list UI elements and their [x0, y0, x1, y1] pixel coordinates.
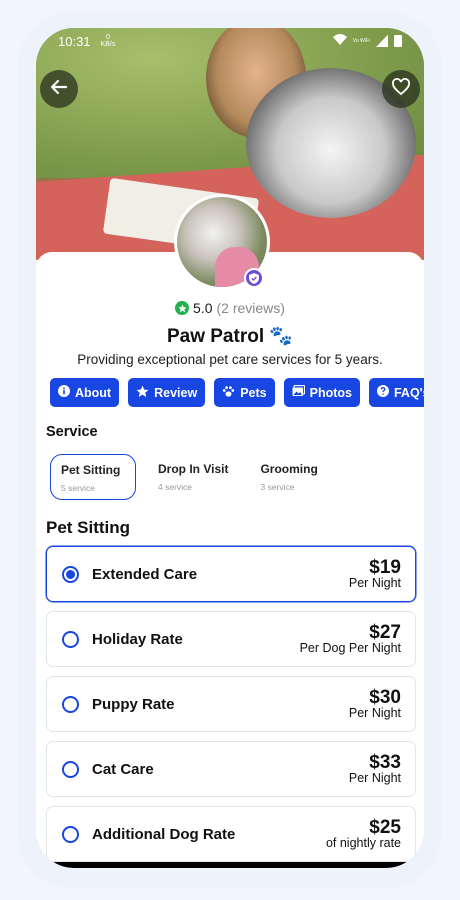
- radio-unselected[interactable]: [62, 695, 79, 713]
- star-icon: [136, 385, 149, 401]
- chip-review[interactable]: Review: [128, 378, 206, 407]
- option-unit: Per Night: [348, 771, 401, 785]
- option-puppy-rate[interactable]: Puppy Rate $30 Per Night: [46, 676, 416, 732]
- chip-photos[interactable]: Photos: [283, 378, 360, 407]
- chip-faqs[interactable]: FAQ's: [368, 378, 424, 407]
- status-time: 10:31: [58, 33, 91, 49]
- signal-icon: [376, 35, 388, 47]
- option-cat-care[interactable]: Cat Care $33 Per Night: [46, 741, 416, 797]
- verified-badge-icon: [244, 268, 264, 288]
- tab-grooming[interactable]: Grooming 3 service: [250, 454, 327, 502]
- rate-options: Extended Care $19 Per Night Holiday Rate…: [46, 546, 416, 868]
- radio-unselected[interactable]: [62, 630, 79, 648]
- rating-value: 5.0: [193, 300, 213, 316]
- option-unit: of nightly rate: [325, 836, 401, 850]
- status-bar: 10:31 0 KB/s Vo WiFi: [36, 28, 424, 54]
- vowifi-label: Vo WiFi: [352, 37, 370, 44]
- option-price: $33: [369, 752, 401, 773]
- favorite-button[interactable]: [382, 70, 420, 108]
- service-tabs: Pet Sitting 5 service Drop In Visit 4 se…: [50, 454, 424, 502]
- option-unit: Per Night: [348, 576, 401, 590]
- review-count[interactable]: (2 reviews): [217, 300, 285, 316]
- option-unit: Per Night: [348, 706, 401, 720]
- network-speed: 0 KB/s: [100, 34, 116, 48]
- service-section-title: Service: [46, 424, 98, 440]
- radio-selected[interactable]: [62, 565, 79, 583]
- back-button[interactable]: [40, 70, 78, 108]
- radio-unselected[interactable]: [62, 825, 79, 843]
- option-extended-care[interactable]: Extended Care $19 Per Night: [46, 546, 416, 602]
- option-price: $27: [369, 622, 401, 643]
- option-price: $30: [369, 687, 401, 708]
- option-additional-dog-rate[interactable]: Additional Dog Rate $25 of nightly rate: [46, 806, 416, 862]
- photo-icon: [292, 384, 305, 400]
- wifi-icon: [332, 34, 347, 48]
- arrow-left-icon: [50, 78, 68, 101]
- option-price: $19: [369, 557, 401, 578]
- rating-star-icon: [175, 301, 190, 315]
- option-holiday-rate[interactable]: Holiday Rate $27 Per Dog Per Night: [46, 611, 416, 667]
- heart-icon: [391, 77, 411, 101]
- radio-unselected[interactable]: [62, 760, 79, 778]
- option-unit: Per Dog Per Night: [299, 641, 401, 655]
- paw-icon: [222, 385, 235, 401]
- info-icon: [58, 385, 70, 400]
- pet-sitting-title: Pet Sitting: [46, 518, 131, 537]
- chip-about[interactable]: About: [50, 378, 120, 407]
- profile-tabs: About Review Pets Photos FAQ's: [50, 378, 424, 408]
- provider-description: Providing exceptional pet care services …: [77, 352, 383, 367]
- tab-drop-in-visit[interactable]: Drop In Visit 4 service: [148, 454, 238, 502]
- question-icon: [376, 385, 389, 400]
- battery-icon: [394, 35, 402, 47]
- chip-pets[interactable]: Pets: [214, 378, 275, 407]
- phone-screen: 10:31 0 KB/s Vo WiFi 5.0 (2 reviews) Paw…: [36, 28, 424, 868]
- bottom-nav-bar: [36, 862, 424, 868]
- tab-pet-sitting[interactable]: Pet Sitting 5 service: [50, 454, 136, 500]
- option-price: $25: [369, 817, 401, 838]
- rating: 5.0 (2 reviews): [36, 300, 424, 316]
- provider-name: Paw Patrol 🐾: [166, 326, 294, 347]
